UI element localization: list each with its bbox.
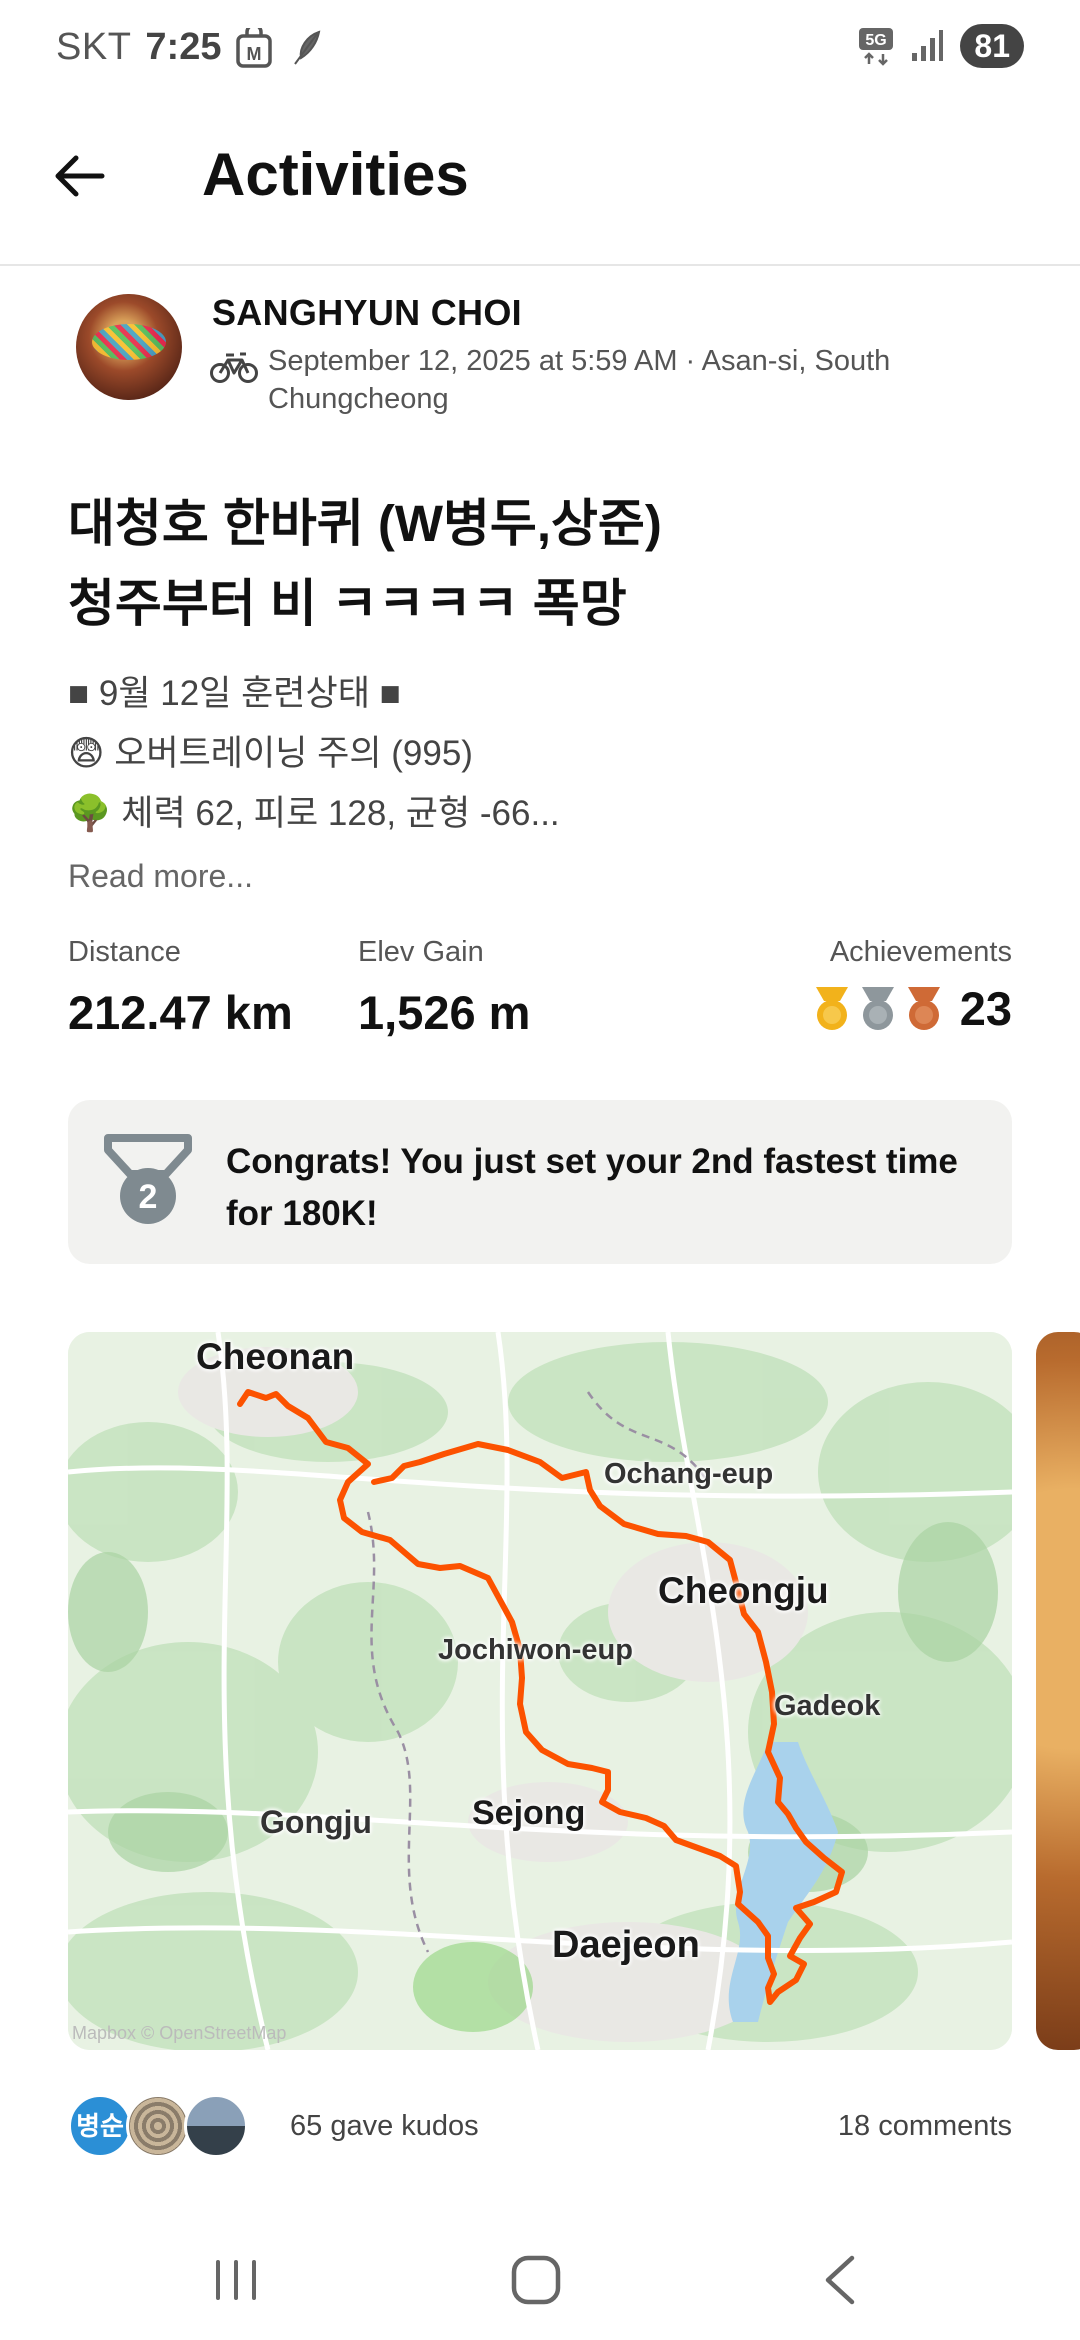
back-icon[interactable] [812,2250,872,2310]
medal-number: 2 [139,1178,158,1216]
system-nav-bar [0,2210,1080,2340]
silver-medal-icon [861,986,894,1030]
map-label-gadeok: Gadeok [774,1690,881,1722]
gold-medal-icon [815,986,848,1030]
silver-medal-2-icon: 2 [104,1134,192,1224]
map-label-jochiwon: Jochiwon-eup [438,1634,633,1666]
route-map[interactable]: Cheonan Ochang-eup Cheongju Jochiwon-eup… [68,1332,1012,2050]
activity-meta: September 12, 2025 at 5:59 AM · Asan-si,… [268,345,891,415]
map-label-daejeon: Daejeon [552,1924,700,1966]
map-label-gongju: Gongju [260,1804,372,1840]
bicycle-icon [210,352,258,383]
page-title: Activities [202,141,469,208]
app-bar: Activities [0,100,1080,266]
map-attribution: Mapbox © OpenStreetMap [72,2023,287,2043]
distance-stat: Distance 212.47 km [68,936,293,1040]
elevation-value: 1,526 m [358,986,531,1039]
distance-label: Distance [68,936,181,968]
achievement-text: Congrats! You just set your 2nd fastest … [226,1142,958,1233]
elevation-stat: Elev Gain 1,526 m [358,936,530,1040]
kudos-avatar[interactable]: 병순 [68,2094,132,2158]
map-label-ochang: Ochang-eup [604,1458,774,1490]
description-line: 😨 오버트레이닝 주의 (995) [68,734,473,773]
achievement-banner[interactable]: 2 Congrats! You just set your 2nd fastes… [68,1100,1012,1264]
activity-title-line-2: 청주부터 비 ㅋㅋㅋㅋ 폭망 [68,575,627,632]
social-footer: 병순 65 gave kudos 18 comments [68,2090,1012,2160]
comments-count[interactable]: 18 comments [838,2110,1012,2143]
description-line: ■ 9월 12일 훈련상태 ■ [68,674,401,713]
distance-value: 212.47 km [68,986,293,1039]
achievements-count: 23 [959,982,1012,1035]
battery-icon: 81 [960,24,1024,68]
status-right: 5G 81 [858,24,1024,68]
activity-title-line-1: 대청호 한바퀴 (W병두,상준) [68,495,662,552]
network-label: 5G [866,32,887,49]
svg-text:M: M [247,44,262,64]
kudos-count[interactable]: 65 gave kudos [290,2110,479,2143]
kudos-avatar[interactable] [184,2094,248,2158]
map-label-cheonan: Cheonan [196,1336,355,1377]
signal-icon [912,30,944,61]
status-left: SKT 7:25 M [56,26,325,69]
m-badge-icon: M [236,27,273,68]
achievements-label: Achievements [829,936,1012,968]
elevation-label: Elev Gain [358,936,484,968]
avatar[interactable] [76,294,182,400]
activity-description: ■ 9월 12일 훈련상태 ■ 😨 오버트레이닝 주의 (995) 🌳 체력 6… [68,664,1028,844]
photo-preview-peek[interactable] [1036,1332,1080,2050]
activity-title: 대청호 한바퀴 (W병두,상준) 청주부터 비 ㅋㅋㅋㅋ 폭망 [68,484,1028,644]
map-label-sejong: Sejong [472,1794,586,1832]
achievements-stat[interactable]: Achievements 23 [812,936,1012,1036]
status-bar: SKT 7:25 M 5G 81 [0,0,1080,100]
kudos-avatar[interactable] [126,2094,190,2158]
map-label-cheongju: Cheongju [658,1570,829,1611]
clock: 7:25 [145,26,222,68]
5g-icon: 5G [859,28,894,66]
athlete-name[interactable]: SANGHYUN CHOI [212,292,522,334]
activity-author: SANGHYUN CHOI September 12, 2025 at 5:59… [68,290,1068,430]
description-line: 🌳 체력 62, 피로 128, 균형 -66... [68,794,560,833]
arrow-left-icon[interactable] [50,146,110,206]
home-icon[interactable] [506,2250,566,2310]
recent-apps-icon[interactable] [206,2250,266,2310]
bronze-medal-icon [907,986,940,1030]
read-more-link[interactable]: Read more... [68,858,253,895]
notification-feather-icon [294,30,321,65]
carrier-label: SKT [56,26,132,68]
